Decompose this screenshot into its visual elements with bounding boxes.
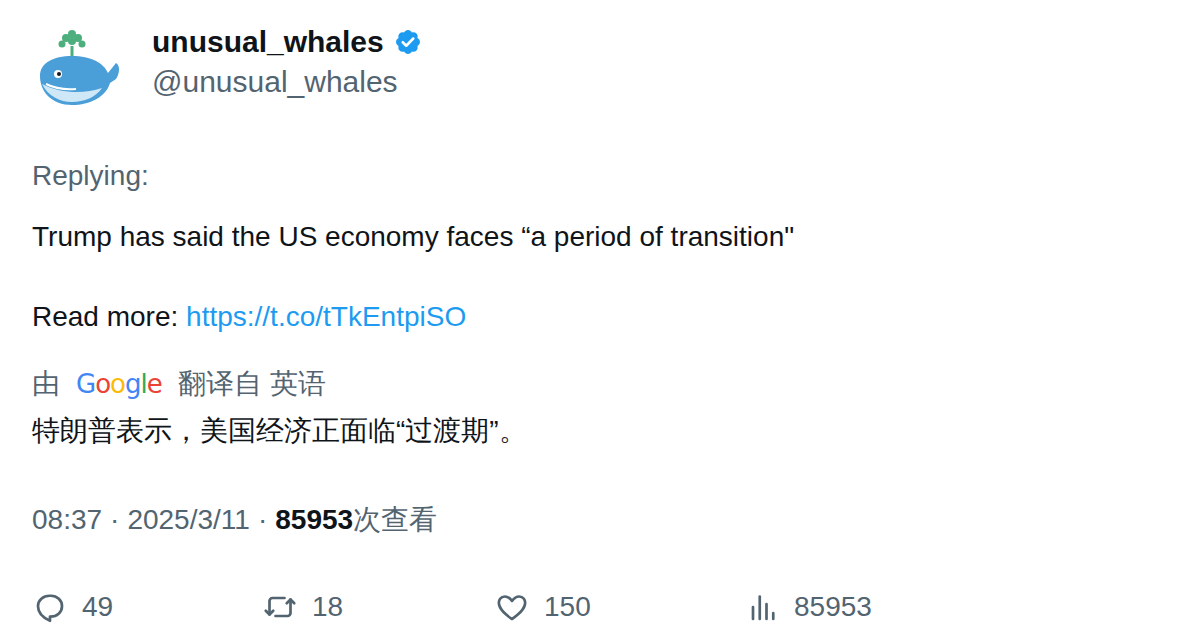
translated-text: 特朗普表示，美国经济正面临“过渡期”。 (32, 411, 1164, 451)
action-bar: 491815085953 (32, 587, 1164, 627)
tweet-date[interactable]: 2025/3/11 (127, 500, 250, 540)
whale-avatar-icon[interactable] (32, 26, 124, 118)
tweet-header: unusual_whales@unusual_whales (32, 22, 1164, 118)
view-count: 85953次查看 (275, 500, 437, 540)
tweet-link[interactable]: https://t.co/tTkEntpiSO (186, 301, 466, 332)
tweet-meta: 08:37·2025/3/11·85953次查看 (32, 500, 1164, 540)
heart-icon (494, 589, 530, 625)
reply-icon (32, 589, 68, 625)
author-handle[interactable]: @unusual_whales (152, 62, 422, 102)
retweet-icon (262, 589, 298, 625)
replying-label: Replying: (32, 156, 1164, 196)
verified-badge-icon (394, 28, 422, 56)
translation-attribution[interactable]: 由Google翻译自 英语 (32, 364, 1164, 404)
tweet-body: Trump has said the US economy faces “a p… (32, 217, 1164, 257)
views-icon (744, 589, 780, 625)
tweet-time[interactable]: 08:37 (32, 500, 102, 540)
views-button[interactable]: 85953 (744, 587, 872, 627)
google-logo: Google (76, 364, 162, 404)
reply-button[interactable]: 49 (32, 587, 262, 627)
author-name[interactable]: unusual_whales (152, 22, 384, 62)
retweet-button[interactable]: 18 (262, 587, 494, 627)
read-more: Read more: https://t.co/tTkEntpiSO (32, 297, 1164, 337)
like-button[interactable]: 150 (494, 587, 744, 627)
tweet-card: unusual_whales@unusual_whales Replying: Tr… (0, 0, 1196, 638)
